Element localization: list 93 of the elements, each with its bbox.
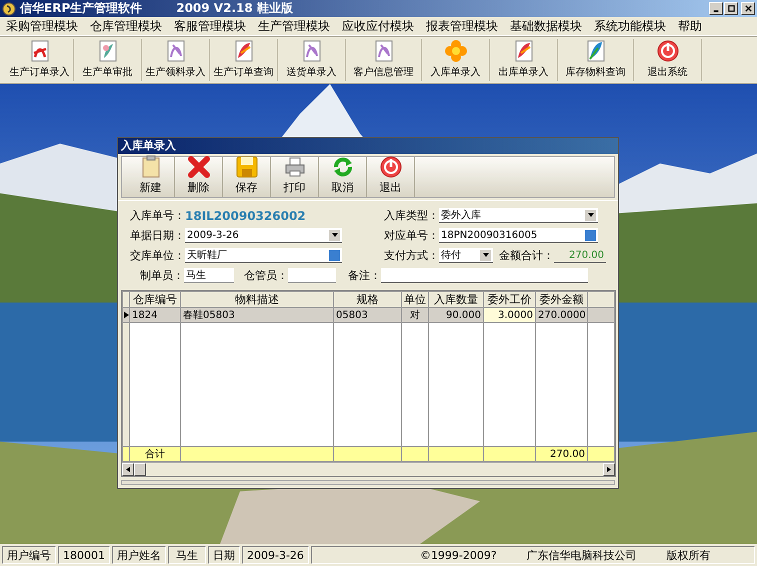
maximize-icon — [726, 4, 736, 13]
status-value: 180001 — [58, 546, 110, 564]
input-field[interactable] — [381, 268, 588, 283]
toolbar-button[interactable]: 生产订单查询 — [210, 39, 278, 81]
total-value: 270.00 — [536, 446, 588, 462]
table-cell: 春鞋05803 — [180, 308, 334, 322]
toolbar-button[interactable]: 生产单审批 — [74, 39, 142, 81]
toolbar-button[interactable]: 退出系统 — [634, 39, 702, 81]
total-label: 合计 — [130, 446, 180, 462]
table-cell: 05803 — [334, 308, 402, 322]
total-field: 270.00 — [554, 248, 606, 263]
toolbar-button[interactable]: 库存物料查询 — [558, 39, 634, 81]
lookup-icon — [585, 230, 596, 240]
column-header[interactable]: 委外工价 — [484, 292, 536, 308]
row-pointer-icon — [124, 311, 128, 319]
logo-icon — [2, 2, 16, 16]
minimize-button[interactable] — [709, 2, 723, 15]
dropdown-field[interactable]: 2009-3-26 — [185, 228, 342, 243]
table-row[interactable]: 1824 春鞋05803 05803 对 90.000 3.0000 270.0000 — [122, 308, 614, 322]
window-title: 信华ERP生产管理软件 — [20, 0, 142, 17]
menu-item[interactable]: 基础数据模块 — [510, 18, 582, 34]
field-label: 交库单位： — [130, 248, 185, 263]
menu-item[interactable]: 报表管理模块 — [426, 18, 498, 34]
scroll-thumb[interactable] — [134, 463, 146, 476]
field-label: 对应单号： — [384, 228, 439, 243]
column-header[interactable]: 仓库编号 — [130, 292, 180, 308]
close-button[interactable] — [741, 2, 755, 15]
table-cell: 对 — [402, 308, 428, 322]
toolbar-button[interactable]: 客户信息管理 — [346, 39, 422, 81]
status-label: 用户姓名 — [112, 546, 166, 564]
floppy-icon — [234, 155, 258, 179]
table-cell: 90.000 — [428, 308, 484, 322]
field-label: 入库类型： — [384, 208, 439, 223]
column-header[interactable]: 规格 — [334, 292, 402, 308]
field-label: 金额合计： — [499, 248, 554, 263]
column-header[interactable]: 物料描述 — [180, 292, 334, 308]
input-field[interactable]: 马生 — [184, 268, 234, 283]
copyright-text: ©1999-2009? — [420, 548, 497, 562]
column-header[interactable]: 单位 — [402, 292, 428, 308]
status-label: 日期 — [208, 546, 240, 564]
toolbar-button[interactable]: 打印 — [271, 157, 319, 197]
toolbar-button[interactable]: 入库单录入 — [422, 39, 490, 81]
menu-item[interactable]: 生产管理模块 — [258, 18, 330, 34]
cross-icon — [186, 155, 210, 179]
lookup-field[interactable]: 天昕鞋厂 — [185, 248, 342, 263]
close-icon — [744, 4, 752, 13]
copyright-text: 版权所有 — [666, 548, 711, 562]
flower-icon — [444, 39, 468, 63]
dialog-title: 入库单录入 — [118, 138, 618, 154]
column-header[interactable]: 委外金额 — [536, 292, 588, 308]
field-label: 支付方式： — [384, 248, 439, 263]
dropdown-field[interactable]: 待付 — [439, 248, 493, 263]
printer-icon — [282, 155, 306, 179]
status-label: 用户编号 — [2, 546, 56, 564]
menu-item[interactable]: 系统功能模块 — [594, 18, 666, 34]
copyright-text: 广东信华电脑科技公司 — [526, 548, 637, 562]
field-label: 入库单号： — [130, 208, 185, 223]
toolbar-button[interactable]: 退出 — [367, 157, 415, 197]
table-cell: 3.0000 — [484, 308, 536, 322]
field-label: 单据日期： — [130, 228, 185, 243]
lookup-icon — [329, 250, 340, 260]
input-field[interactable] — [288, 268, 336, 283]
table-cell: 270.0000 — [536, 308, 588, 322]
toolbar-button[interactable]: 出库单录入 — [490, 39, 558, 81]
status-value: 2009-3-26 — [242, 546, 309, 564]
table-cell: 1824 — [130, 308, 180, 322]
toolbar-button[interactable]: 取消 — [319, 157, 367, 197]
menu-item[interactable]: 客服管理模块 — [174, 18, 246, 34]
horizontal-scrollbar[interactable] — [122, 462, 615, 476]
toolbar-button[interactable]: 新建 — [127, 157, 175, 197]
dropdown-field[interactable]: 委外入库 — [439, 208, 598, 223]
menu-item[interactable]: 帮助 — [678, 18, 702, 34]
menu-item[interactable]: 采购管理模块 — [6, 18, 78, 34]
toolbar-button[interactable]: 生产订单录入 — [6, 39, 74, 81]
version-label: 2009 V2.18 鞋业版 — [176, 0, 293, 17]
lookup-field[interactable]: 18PN20090316005 — [439, 228, 598, 243]
toolbar-button[interactable]: 送货单录入 — [278, 39, 346, 81]
field-label: 备注： — [348, 268, 381, 283]
menu-item[interactable]: 应收应付模块 — [342, 18, 414, 34]
toolbar-button[interactable]: 保存 — [223, 157, 271, 197]
column-header[interactable]: 入库数量 — [428, 292, 484, 308]
maximize-button[interactable] — [724, 2, 738, 15]
order-number: 18IL20090326002 — [185, 208, 307, 222]
power-icon — [378, 155, 402, 179]
status-value: 马生 — [168, 546, 206, 564]
field-label: 仓管员： — [244, 268, 288, 283]
field-label: 制单员： — [140, 268, 184, 283]
power-icon — [656, 39, 680, 63]
toolbar-button[interactable]: 生产领料录入 — [142, 39, 210, 81]
menu-item[interactable]: 仓库管理模块 — [90, 18, 162, 34]
toolbar-button[interactable]: 删除 — [175, 157, 223, 197]
scroll-left-icon[interactable] — [122, 463, 134, 476]
scroll-right-icon[interactable] — [603, 463, 615, 476]
